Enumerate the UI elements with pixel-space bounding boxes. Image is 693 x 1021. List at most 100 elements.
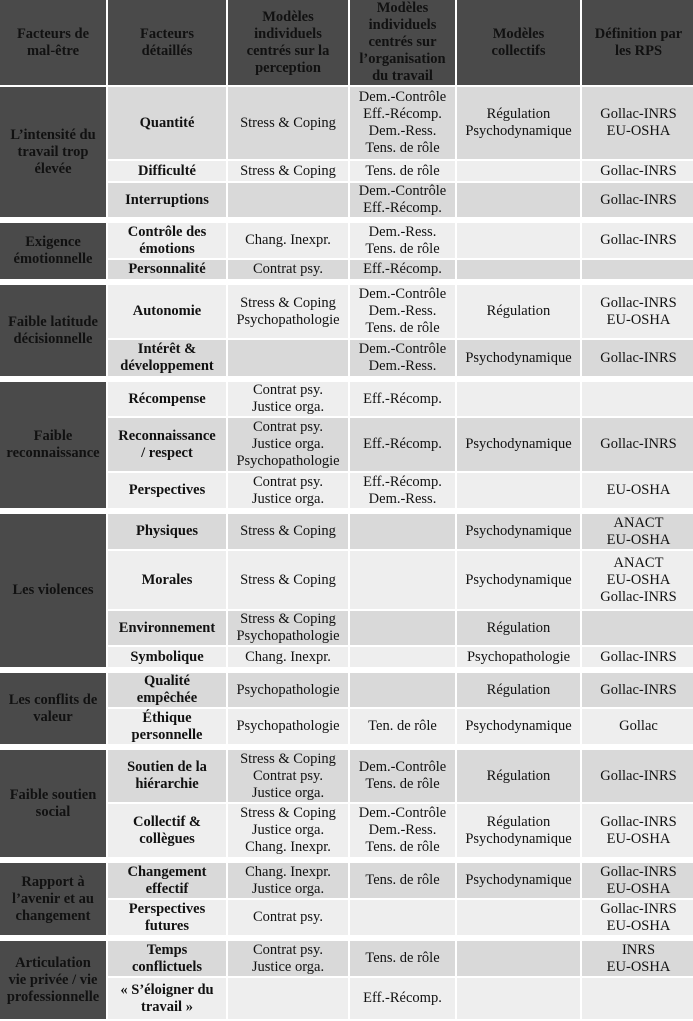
perception-text: Stress & Coping Psychopathologie [236, 611, 340, 644]
rps-cell [582, 260, 693, 279]
group-separator [0, 510, 693, 512]
perception-text: Stress & Coping [240, 114, 336, 131]
rps-text: Gollac-INRS EU-OSHA [600, 106, 677, 139]
factor-cell: Contrôle des émotions [108, 223, 226, 258]
factor-cell: Qualité empêchée [108, 673, 226, 707]
group-label-cell: Les violences [0, 514, 106, 667]
perception-text: Stress & Coping Psychopathologie [236, 294, 340, 328]
factor-text: Reconnaissance / respect [118, 427, 216, 461]
rps-cell: Gollac-INRS [582, 418, 693, 471]
table-row: Faible latitude décisionnelle Autonomie St… [0, 285, 693, 376]
collectifs-cell: Psychodynamique [457, 514, 580, 549]
group-label-cell: Rapport à l’avenir et au changement [0, 863, 106, 935]
header-definition-rps: Définition par les RPS [582, 0, 693, 85]
factor-text: Autonomie [132, 303, 202, 319]
group-separator [0, 937, 693, 939]
organisation-text: Eff.-Récomp. [363, 990, 442, 1006]
organisation-cell: Eff.-Récomp. [350, 260, 455, 279]
factor-text: Physiques [135, 523, 199, 539]
organisation-cell: Dem.-Contrôle Dem.-Ress. Tens. de rôle [350, 285, 455, 338]
rps-text: Gollac-INRS EU-OSHA [600, 813, 677, 847]
factor-cell: « S’éloigner du travail » [108, 978, 226, 1019]
header-label: Facteurs de mal-être [16, 25, 90, 59]
table-row: Les violences Physiques Stress & Coping Psy… [0, 514, 693, 667]
group-separator [0, 378, 693, 380]
collectifs-text: Régulation [486, 767, 551, 784]
collectifs-cell [457, 978, 580, 1019]
organisation-cell: Tens. de rôle [350, 161, 455, 181]
group-label-cell: Faible reconnaissance [0, 382, 106, 508]
factor-text: Morales [141, 571, 193, 588]
collectifs-cell: Régulation [457, 285, 580, 338]
perception-cell: Chang. Inexpr. Justice orga. [228, 863, 348, 898]
factor-cell: Soutien de la hiérarchie [108, 750, 226, 802]
rps-text: EU-OSHA [606, 482, 671, 498]
factor-cell: Collectif & collègues [108, 804, 226, 857]
header-label: Facteurs détaillés [140, 25, 194, 59]
group-separator [0, 281, 693, 283]
group-separator-cell [0, 746, 693, 748]
collectifs-cell: Psychodynamique [457, 709, 580, 744]
group-separator [0, 859, 693, 861]
factor-cell: Intérêt & développement [108, 340, 226, 376]
header-label: Modèles collectifs [491, 25, 546, 59]
factor-text: Changement effectif [127, 863, 207, 897]
organisation-cell [350, 551, 455, 609]
rps-cell: Gollac-INRS EU-OSHA [582, 87, 693, 159]
factor-text: Soutien de la hiérarchie [127, 759, 207, 792]
factor-cell: Changement effectif [108, 863, 226, 898]
perception-cell: Stress & Coping [228, 551, 348, 609]
collectifs-cell [457, 161, 580, 181]
perception-cell: Stress & Coping [228, 87, 348, 159]
organisation-cell: Tens. de rôle [350, 941, 455, 976]
rps-cell: Gollac-INRS EU-OSHA [582, 804, 693, 857]
table-row: Articulation vie privée / vie profession… [0, 941, 693, 1019]
perception-cell [228, 340, 348, 376]
group-label-cell: Faible latitude décisionnelle [0, 285, 106, 376]
factor-cell: Morales [108, 551, 226, 609]
header-label: Modèles individuels centrés sur l’organi… [359, 0, 446, 84]
group-label: Rapport à l’avenir et au changement [12, 873, 94, 924]
rps-cell: Gollac-INRS [582, 183, 693, 217]
header-modeles-organisation: Modèles individuels centrés sur l’organi… [350, 0, 455, 85]
group-label-cell: Articulation vie privée / vie profession… [0, 941, 106, 1019]
collectifs-cell: Psychodynamique [457, 340, 580, 376]
table-row: Exigence émotionnelle Contrôle des émotio… [0, 223, 693, 279]
rps-text: Gollac-INRS [600, 436, 677, 452]
rps-cell: Gollac-INRS [582, 223, 693, 258]
collectifs-text: Régulation Psychodynamique [465, 813, 572, 847]
rps-text: Gollac-INRS EU-OSHA [600, 863, 677, 897]
header-modeles-collectifs: Modèles collectifs [457, 0, 580, 85]
collectifs-text: Psychodynamique [465, 571, 572, 588]
organisation-cell: Eff.-Récomp. [350, 978, 455, 1019]
rps-cell: Gollac-INRS EU-OSHA [582, 900, 693, 935]
rps-cell: Gollac-INRS [582, 161, 693, 181]
collectifs-cell: Psychodynamique [457, 418, 580, 471]
group-label: Articulation vie privée / vie profession… [6, 954, 100, 1005]
perception-text: Psychopathologie [236, 681, 340, 698]
collectifs-text: Psychodynamique [465, 523, 572, 539]
perception-text: Contrat psy. Justice orga. Psychopatholo… [236, 419, 340, 469]
rps-text: INRS EU-OSHA [606, 941, 671, 975]
group-label: Faible reconnaissance [6, 428, 100, 461]
perception-cell: Stress & Coping [228, 161, 348, 181]
factor-cell: Quantité [108, 87, 226, 159]
factor-text: Difficulté [138, 162, 196, 179]
organisation-text: Dem.-Contrôle Eff.-Récomp. Dem.-Ress. Te… [358, 89, 447, 156]
rps-cell [582, 978, 693, 1019]
collectifs-cell: Régulation Psychodynamique [457, 87, 580, 159]
group-separator-cell [0, 937, 693, 939]
rps-text: ANACT EU-OSHA Gollac-INRS [600, 554, 677, 605]
factor-cell: Symbolique [108, 647, 226, 667]
factor-cell: Autonomie [108, 285, 226, 338]
rps-text: Gollac-INRS [600, 191, 677, 208]
factor-text: Contrôle des émotions [127, 223, 207, 257]
table-row: Faible reconnaissance Récompense Contrat p… [0, 382, 693, 508]
factor-cell: Personnalité [108, 260, 226, 279]
perception-cell: Psychopathologie [228, 673, 348, 707]
factor-cell: Difficulté [108, 161, 226, 181]
organisation-text: Tens. de rôle [365, 162, 440, 179]
organisation-text: Dem.-Contrôle Tens. de rôle [358, 759, 447, 792]
group-separator-cell [0, 859, 693, 861]
group-separator-cell [0, 219, 693, 221]
